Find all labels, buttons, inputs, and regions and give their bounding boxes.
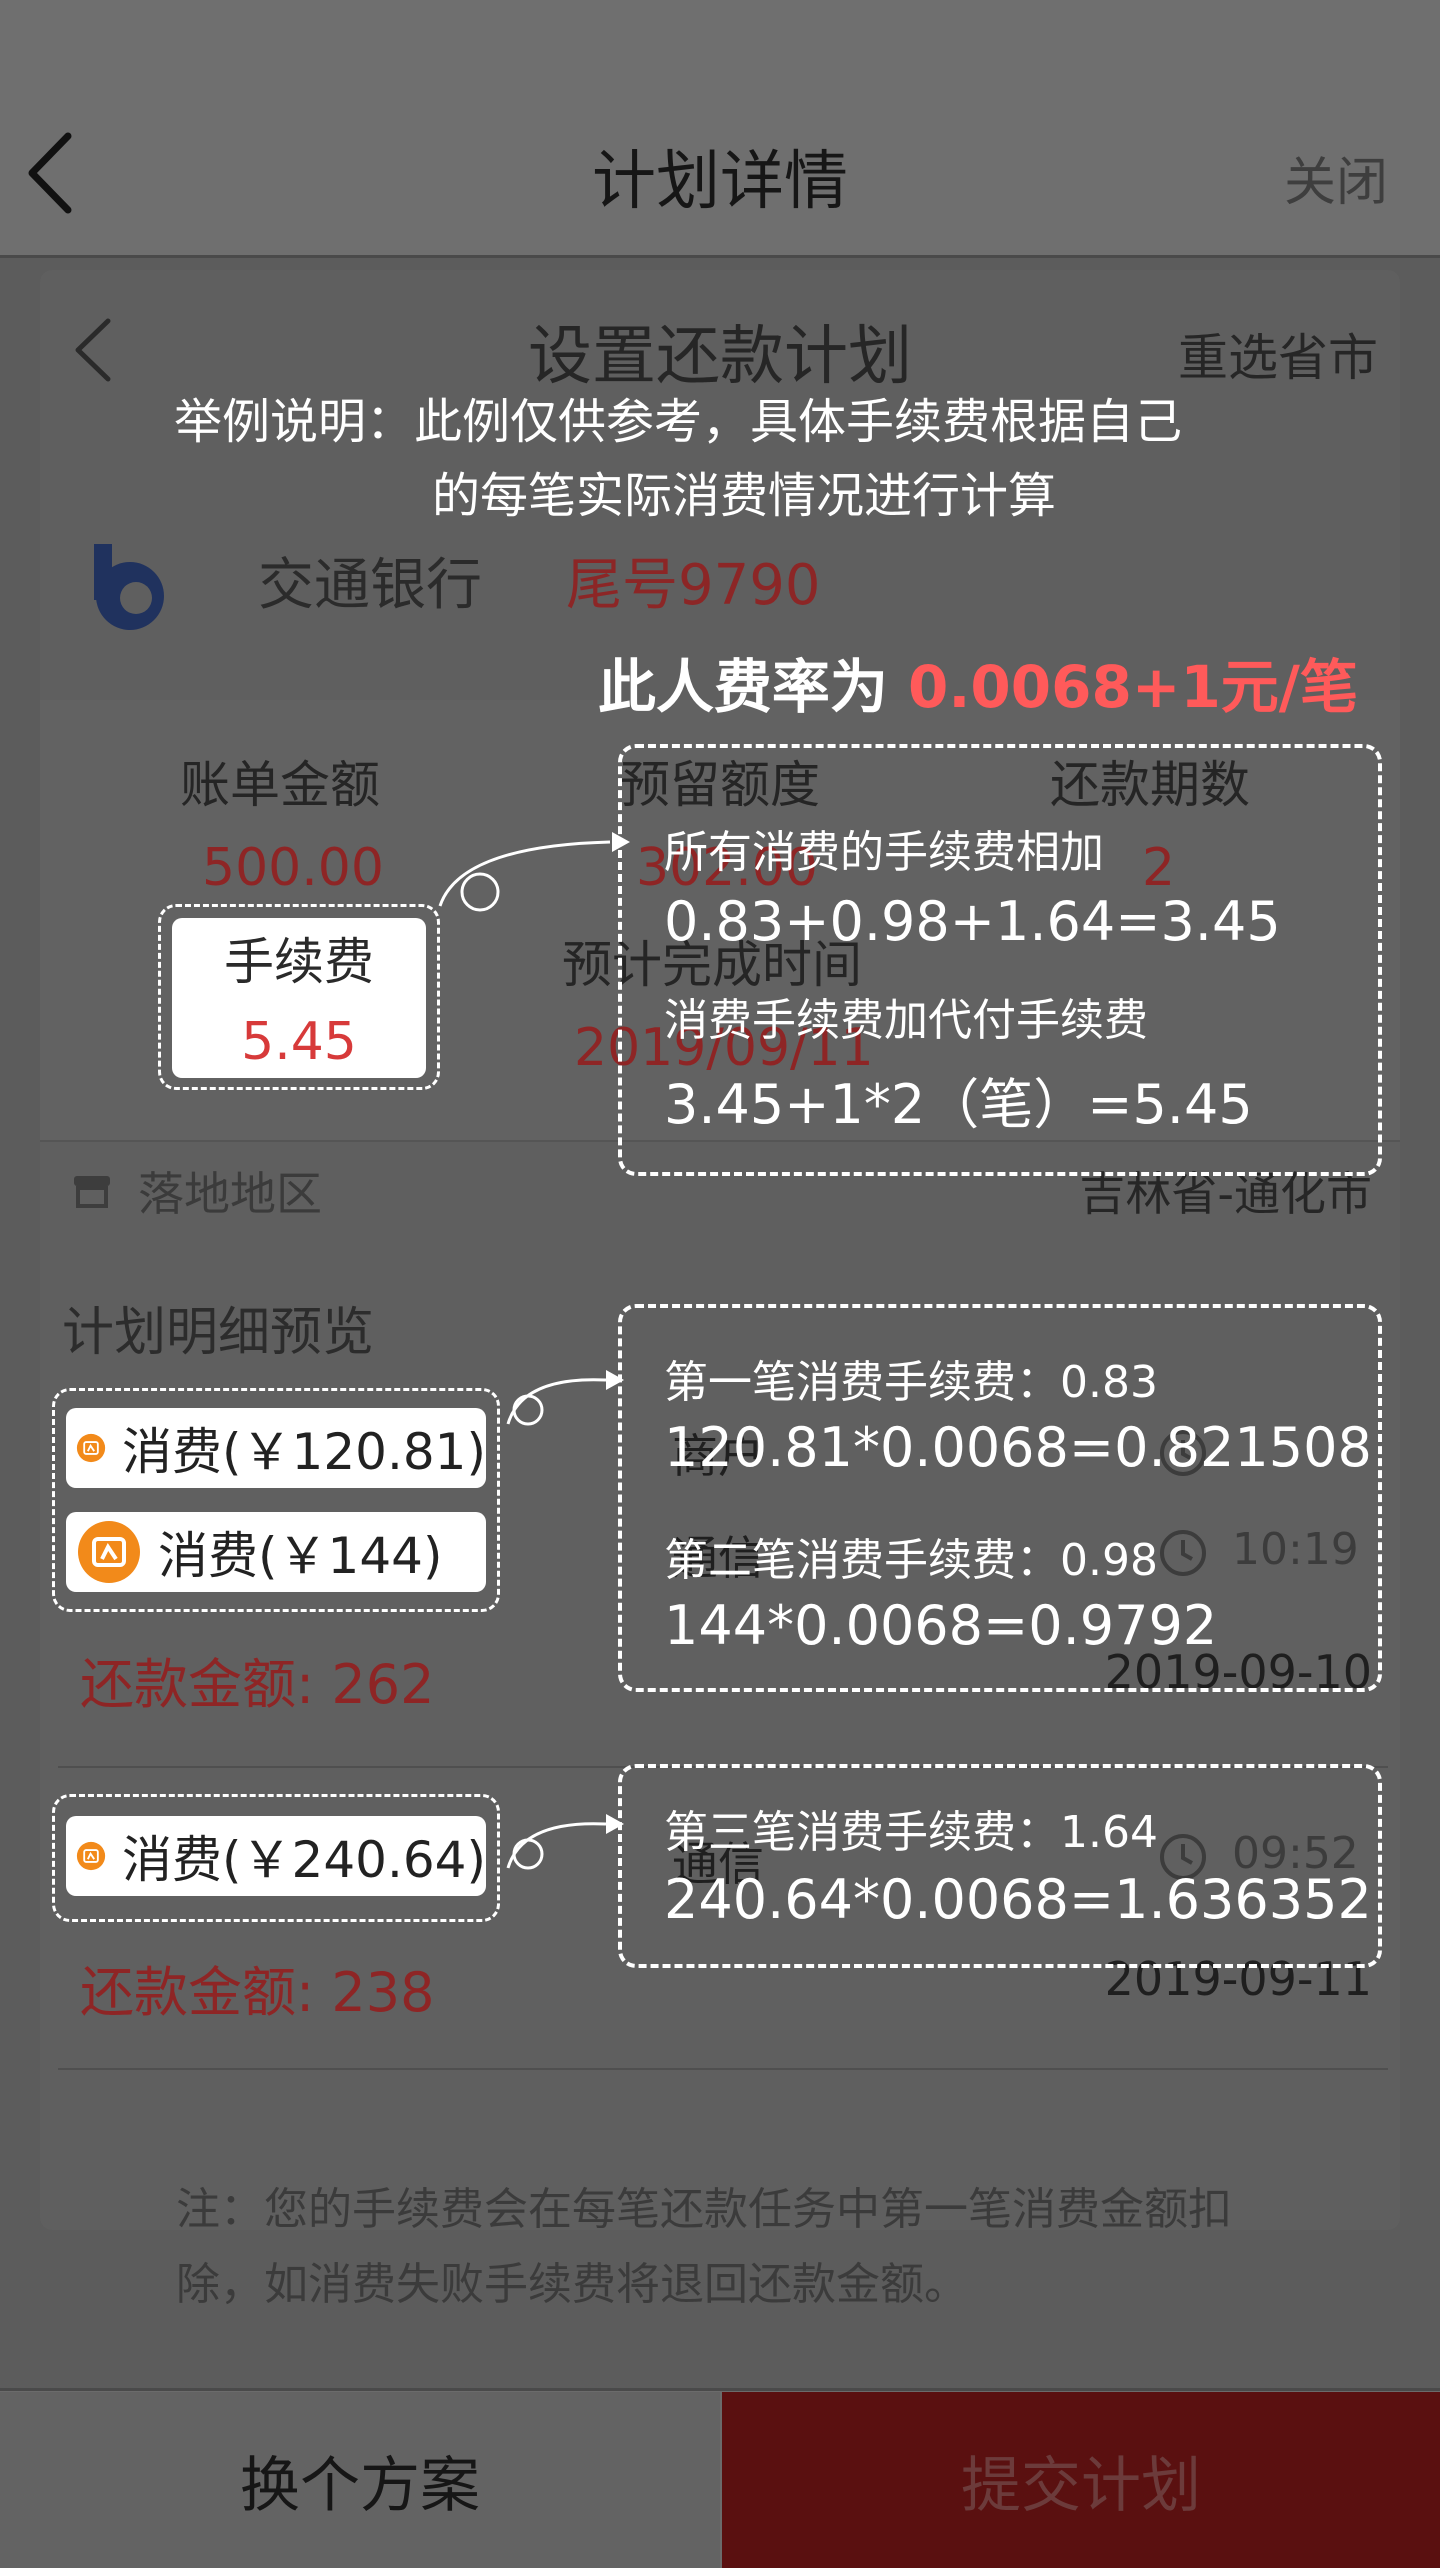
- pointer-arrow-icon: [438, 832, 630, 912]
- divider: [58, 2068, 1388, 2070]
- fee-sum-calc: 0.83+0.98+1.64=3.45: [664, 890, 1281, 953]
- fee-sum-title: 所有消费的手续费相加: [664, 827, 1104, 878]
- second-fee-calc: 144*0.0068=0.9792: [664, 1594, 1218, 1657]
- bank-name: 交通银行: [258, 553, 482, 618]
- fee-total-calc: 3.45+1*2（笔）=5.45: [664, 1073, 1253, 1136]
- second-fee-title: 第二笔消费手续费：0.98: [664, 1535, 1158, 1586]
- close-button[interactable]: 关闭: [1284, 140, 1388, 215]
- consume-icon: [76, 1841, 106, 1871]
- bill-amount-value: 500.00: [202, 838, 384, 898]
- region-label: 落地地区: [138, 1167, 322, 1221]
- submit-plan-button[interactable]: 提交计划: [722, 2392, 1440, 2568]
- fee-note: 注：您的手续费会在每笔还款任务中第一笔消费金额扣除，如消费失败手续费将退回还款金…: [176, 2184, 1232, 2310]
- reselect-region-button[interactable]: 重选省市: [1178, 318, 1378, 390]
- txn-chip: 消费(￥120.81): [66, 1408, 486, 1488]
- store-icon: [74, 1176, 110, 1208]
- plan-preview-title: 计划明细预览: [62, 1303, 375, 1363]
- first-fee-title: 第一笔消费手续费：0.83: [664, 1357, 1158, 1408]
- bill-amount-label: 账单金额: [180, 756, 380, 814]
- fee-rate-prefix: 此人费率为: [597, 653, 909, 721]
- page-title: 计划详情: [592, 145, 848, 219]
- overlay-caption-line1: 举例说明：此例仅供参考，具体手续费根据自己: [174, 394, 1183, 450]
- calc-box-third: [618, 1764, 1382, 1968]
- fee-chip-value: 5.45: [241, 1012, 357, 1072]
- repay-amount: 还款金额: 238: [80, 1961, 435, 2024]
- pointer-arrow-icon: [506, 1370, 624, 1426]
- bank-logo-icon: [94, 544, 164, 630]
- fee-rate-line: 此人费率为 0.0068+1元/笔: [598, 640, 1358, 724]
- card-tail-number: 尾号9790: [566, 553, 821, 618]
- overlay-caption-line2: 的每笔实际消费情况进行计算: [432, 468, 1057, 524]
- txn-chip-label: 消费(￥144): [158, 1527, 443, 1585]
- fee-total-title: 消费手续费加代付手续费: [664, 995, 1148, 1046]
- txn-chip: 消费(￥144): [66, 1512, 486, 1592]
- txn-chip-label: 消费(￥120.81): [122, 1423, 486, 1481]
- consume-icon: [76, 1433, 106, 1463]
- fee-rate-value: 0.0068+1元/笔: [908, 653, 1358, 721]
- consume-icon: [78, 1521, 140, 1583]
- fee-chip-label: 手续费: [224, 933, 374, 991]
- txn-chip: 消费(￥240.64): [66, 1816, 486, 1896]
- third-fee-calc: 240.64*0.0068=1.636352: [664, 1868, 1372, 1931]
- first-fee-calc: 120.81*0.0068=0.821508: [664, 1416, 1372, 1479]
- switch-plan-button[interactable]: 换个方案: [0, 2392, 720, 2568]
- repay-amount: 还款金额: 262: [80, 1653, 435, 1716]
- txn-chip-label: 消费(￥240.64): [122, 1831, 486, 1889]
- third-fee-title: 第三笔消费手续费：1.64: [664, 1807, 1158, 1858]
- pointer-arrow-icon: [506, 1814, 624, 1870]
